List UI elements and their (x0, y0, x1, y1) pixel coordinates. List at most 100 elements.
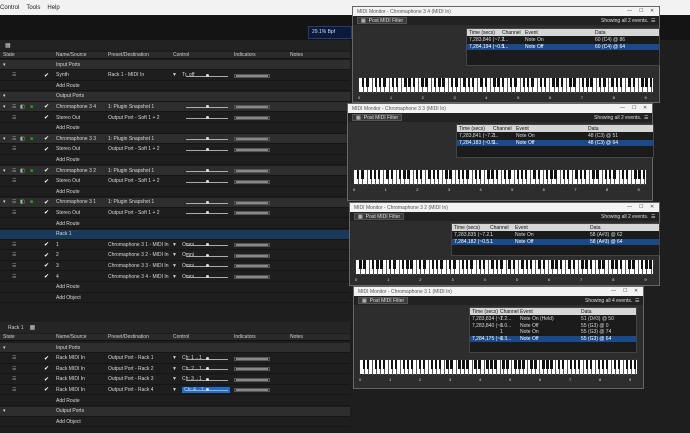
collapse-chevron-icon[interactable]: ▾ (3, 345, 6, 351)
menu-tools[interactable]: Tools (26, 5, 40, 11)
black-key[interactable] (538, 260, 541, 269)
black-key[interactable] (398, 170, 402, 179)
black-key[interactable] (573, 78, 576, 87)
black-key[interactable] (491, 170, 494, 179)
event-row[interactable]: 7,284,194 (~0.5... 1 Note Off 60 (C4) @ 64 (467, 43, 659, 50)
black-key[interactable] (471, 78, 475, 87)
black-key[interactable] (495, 170, 499, 179)
black-key[interactable] (583, 170, 587, 179)
edit-icon[interactable]: ◧ (20, 199, 25, 205)
black-key[interactable] (555, 260, 559, 269)
black-key[interactable] (499, 260, 503, 269)
black-key[interactable] (640, 260, 644, 269)
black-key[interactable] (470, 260, 473, 269)
black-key[interactable] (428, 170, 431, 179)
black-key[interactable] (615, 78, 619, 87)
table-row[interactable]: ☰ ✔ Stereo Out Output Port - Soft 1 + 2 (0, 176, 350, 187)
table-row[interactable]: ☰ ✔ Stereo Out Output Port - Soft 1 + 2 (0, 208, 350, 219)
black-key[interactable] (508, 260, 512, 269)
black-key[interactable] (546, 360, 549, 369)
black-key[interactable] (543, 78, 547, 87)
black-key[interactable] (422, 360, 425, 369)
black-key[interactable] (491, 260, 494, 269)
drag-handle-icon[interactable]: ☰ (12, 274, 16, 280)
enabled-check-icon[interactable]: ✔ (44, 252, 49, 259)
black-key[interactable] (361, 170, 364, 179)
column-header[interactable]: Time (secs) (459, 126, 485, 132)
black-key[interactable] (421, 78, 424, 87)
column-header[interactable]: Data (581, 309, 592, 315)
settings-icon[interactable]: ☰ (651, 18, 655, 24)
black-key[interactable] (434, 360, 437, 369)
black-key[interactable] (649, 78, 653, 87)
row-name[interactable]: Add Route (56, 189, 80, 195)
table-row[interactable]: ☰✔3Chromaphone 3 3 - MIDI In▼Omni (0, 261, 350, 272)
black-key[interactable] (438, 78, 441, 87)
piano-keyboard[interactable] (358, 77, 654, 93)
column-header[interactable]: Event (516, 126, 529, 132)
filter-icon[interactable]: ▼ (172, 242, 177, 248)
table-row[interactable]: ☰✔Rack MIDI InOutput Port - Rack 3▼Ch: 3… (0, 374, 350, 385)
column-header[interactable]: Channel (500, 309, 519, 315)
column-header[interactable]: Data (588, 126, 599, 132)
close-icon[interactable]: ✕ (643, 105, 647, 111)
black-key[interactable] (484, 78, 488, 87)
column-header[interactable]: Time (secs) (469, 30, 495, 36)
close-icon[interactable]: ✕ (650, 8, 654, 14)
black-key[interactable] (575, 170, 578, 179)
piano-keyboard[interactable] (355, 259, 654, 275)
collapse-chevron-icon[interactable]: ▾ (3, 62, 6, 68)
black-key[interactable] (559, 260, 563, 269)
black-key[interactable] (522, 78, 526, 87)
black-key[interactable] (494, 360, 497, 369)
drag-handle-icon[interactable]: ☰ (12, 355, 16, 361)
black-key[interactable] (516, 170, 520, 179)
table-row[interactable]: ☰✔1Chromaphone 3 1 - MIDI In▼Omni (0, 240, 350, 251)
black-key[interactable] (410, 360, 413, 369)
black-key[interactable] (493, 78, 496, 87)
black-key[interactable] (371, 260, 375, 269)
black-key[interactable] (514, 360, 517, 369)
column-header[interactable]: Event (525, 30, 538, 36)
black-key[interactable] (432, 170, 436, 179)
row-name[interactable]: Add Object (56, 419, 81, 425)
black-key[interactable] (509, 78, 513, 87)
plugin-icon[interactable]: ■ (30, 136, 33, 142)
black-key[interactable] (605, 360, 609, 369)
black-key[interactable] (462, 360, 465, 369)
black-key[interactable] (531, 78, 534, 87)
black-key[interactable] (597, 360, 601, 369)
black-key[interactable] (625, 360, 629, 369)
black-key[interactable] (632, 260, 635, 269)
black-key[interactable] (537, 170, 541, 179)
table-row[interactable]: ▾ Output Ports (0, 406, 350, 417)
collapse-chevron-icon[interactable]: ▾ (3, 136, 6, 142)
black-key[interactable] (374, 360, 378, 369)
drag-handle-icon[interactable]: ☰ (12, 366, 16, 372)
black-key[interactable] (598, 78, 602, 87)
black-key[interactable] (458, 360, 461, 369)
black-key[interactable] (431, 260, 435, 269)
black-key[interactable] (615, 260, 618, 269)
table-row[interactable]: Add Route (0, 155, 350, 166)
table-row[interactable]: ▾ ☰ ✔ Chromaphone 3 3 1: Plugin Snapshot 1 ◧ ■ (0, 134, 350, 145)
black-key[interactable] (569, 78, 572, 87)
black-key[interactable] (478, 260, 482, 269)
black-key[interactable] (366, 78, 369, 87)
volume-slider-knob[interactable] (206, 356, 209, 360)
row-name[interactable]: Add Object (56, 295, 81, 301)
black-key[interactable] (619, 260, 623, 269)
black-key[interactable] (590, 78, 593, 87)
collapse-chevron-icon[interactable]: ▾ (3, 93, 6, 99)
black-key[interactable] (518, 360, 521, 369)
piano-keyboard[interactable] (353, 169, 647, 185)
black-key[interactable] (508, 170, 511, 179)
black-key[interactable] (586, 78, 589, 87)
black-key[interactable] (467, 78, 471, 87)
black-key[interactable] (581, 260, 584, 269)
enabled-check-icon[interactable]: ✔ (44, 376, 49, 383)
volume-slider-knob[interactable] (206, 179, 209, 183)
table-row[interactable]: ☰✔2Chromaphone 3 2 - MIDI In▼Omni (0, 250, 350, 261)
event-row[interactable]: 7,283,834 (~7.2... 1 Note On (Held) 51 (D#3… (470, 316, 636, 322)
black-key[interactable] (589, 360, 593, 369)
